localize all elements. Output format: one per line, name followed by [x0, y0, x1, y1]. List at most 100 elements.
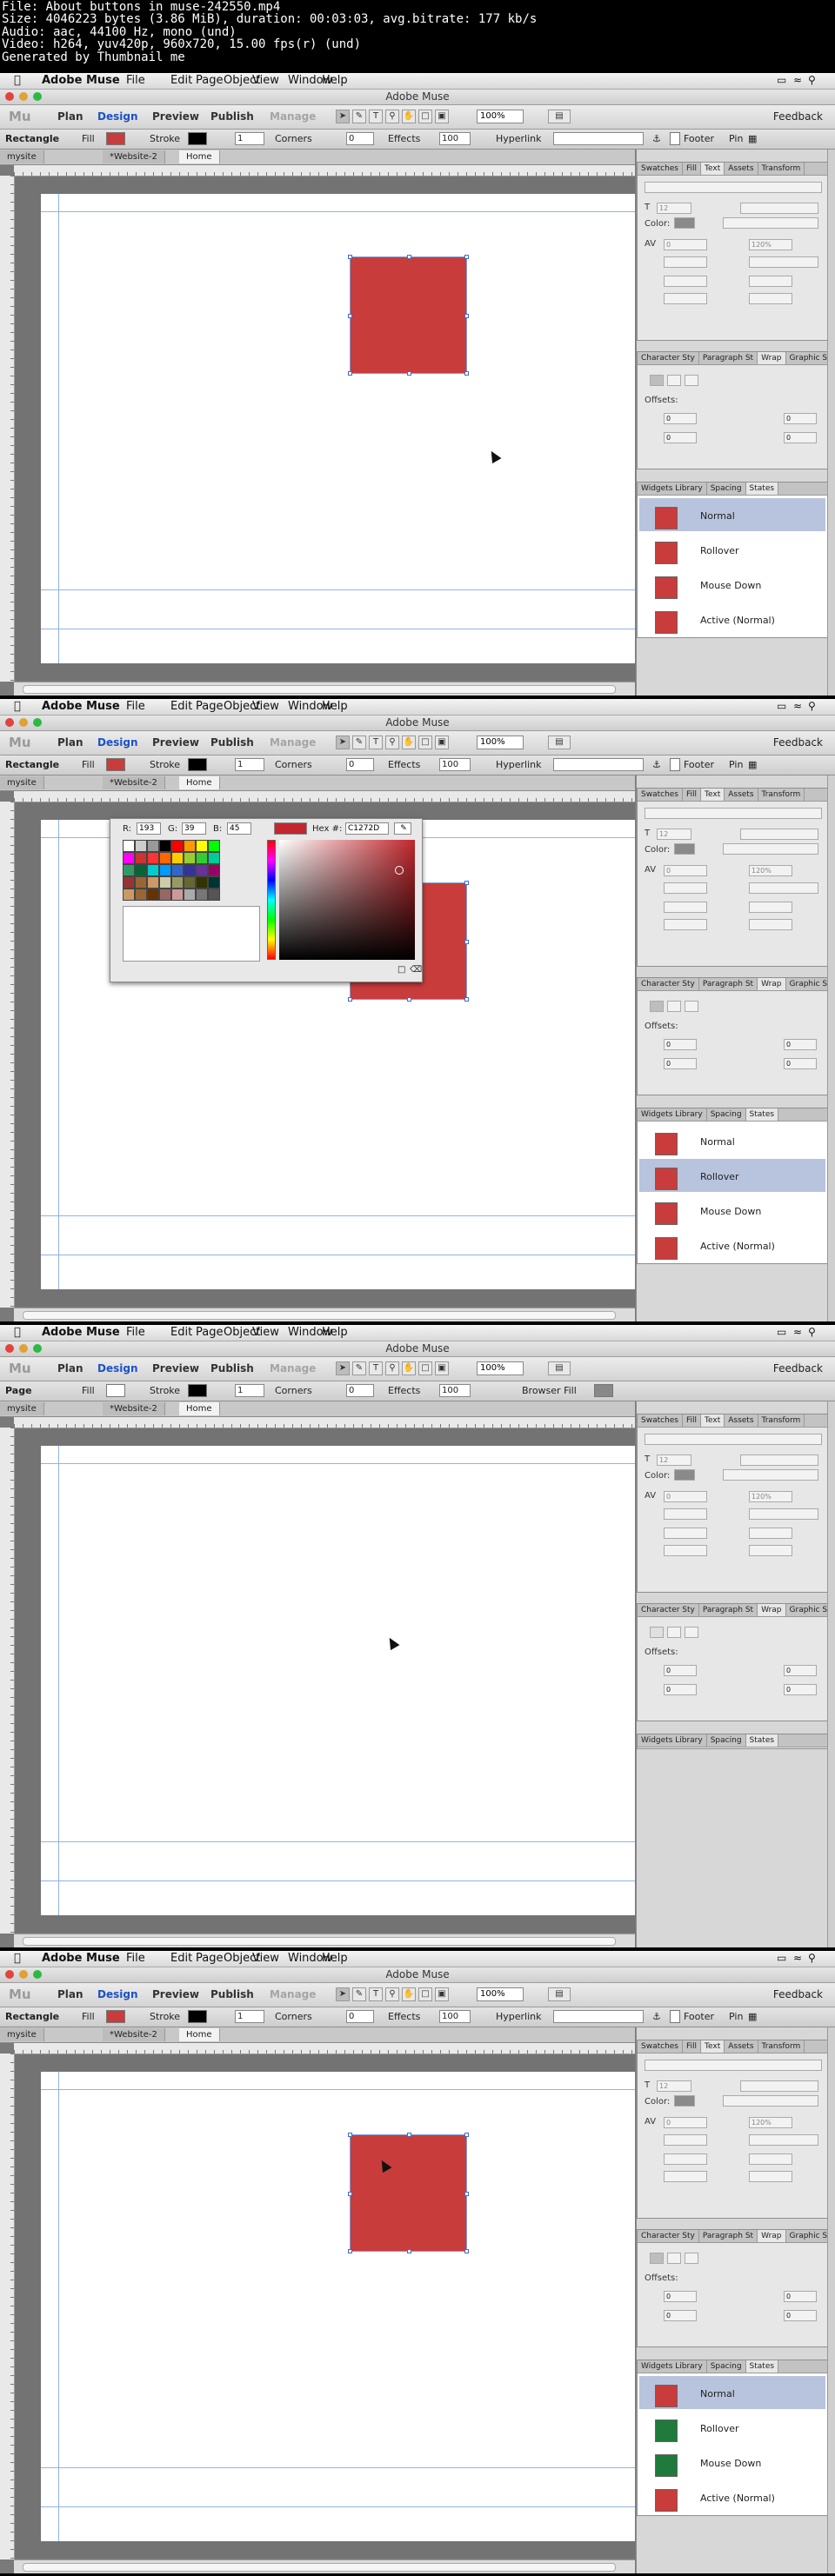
- corner-radius-field[interactable]: 0: [346, 1384, 374, 1397]
- panel-tab-paragraph-st[interactable]: Paragraph St: [699, 2230, 758, 2242]
- feedback-link[interactable]: Feedback: [773, 736, 823, 749]
- corner-radius-field[interactable]: 0: [346, 2010, 374, 2023]
- stroke-color-swatch[interactable]: [188, 1384, 207, 1397]
- new-swatch-icon[interactable]: □: [397, 965, 405, 975]
- wrap-none-button[interactable]: [650, 375, 664, 386]
- text-color-swatch[interactable]: [674, 1469, 695, 1481]
- swatch-cell[interactable]: [135, 864, 147, 876]
- wrap-none-button[interactable]: [650, 2253, 664, 2264]
- crop-tool-icon[interactable]: ✎: [352, 1361, 366, 1375]
- swatch-cell[interactable]: [123, 864, 135, 876]
- space-after-field[interactable]: [749, 2171, 792, 2182]
- swatch-cell[interactable]: [196, 840, 208, 852]
- indent-field[interactable]: [664, 2153, 707, 2165]
- indent-field[interactable]: [664, 1528, 707, 1539]
- panel-tab-transform[interactable]: Transform: [758, 163, 805, 175]
- menu-edit[interactable]: Edit: [170, 1952, 192, 1965]
- resize-handle[interactable]: [348, 255, 352, 259]
- swatch-cell[interactable]: [208, 876, 220, 889]
- wifi-icon[interactable]: ≈: [793, 74, 802, 86]
- margin-field[interactable]: [664, 2171, 707, 2182]
- resize-handle[interactable]: [464, 940, 469, 944]
- fill-color-swatch[interactable]: [106, 1384, 125, 1397]
- offset-bottom-field[interactable]: 0: [784, 2310, 817, 2321]
- font-dropdown[interactable]: [645, 182, 822, 193]
- rectangle-tool-icon[interactable]: □: [418, 1987, 432, 2001]
- select-arrow-icon[interactable]: ➤: [336, 1987, 350, 2001]
- swatch-cell[interactable]: [135, 876, 147, 889]
- state-mouse-down[interactable]: Mouse Down: [639, 568, 825, 601]
- trash-icon[interactable]: ⌫: [410, 965, 422, 975]
- panel-tab-character-sty[interactable]: Character Sty: [638, 1604, 699, 1616]
- offset-right-field[interactable]: 0: [664, 2310, 697, 2321]
- offset-left-field[interactable]: 0: [664, 1665, 697, 1676]
- offset-top-field[interactable]: 0: [784, 2291, 817, 2302]
- align-buttons[interactable]: [723, 843, 818, 855]
- space-after-field[interactable]: [749, 919, 792, 930]
- resize-handle[interactable]: [464, 255, 469, 259]
- view-options-icon[interactable]: ▤: [548, 1361, 571, 1375]
- anchor-icon[interactable]: ⚓: [652, 759, 661, 770]
- swatch-cell[interactable]: [196, 876, 208, 889]
- panel-tab-character-sty[interactable]: Character Sty: [638, 352, 699, 364]
- resize-handle[interactable]: [348, 2133, 352, 2137]
- panel-scrollbar[interactable]: [827, 150, 835, 696]
- view-options-icon[interactable]: ▤: [548, 1987, 571, 2001]
- text-style-buttons[interactable]: [740, 1454, 818, 1466]
- wrap-inline-button[interactable]: [685, 1627, 698, 1638]
- swatch-cell[interactable]: [196, 889, 208, 901]
- airplay-icon[interactable]: ▭: [777, 74, 786, 86]
- design-page[interactable]: [41, 194, 635, 663]
- panel-tab-swatches[interactable]: Swatches: [638, 163, 683, 175]
- crop-tool-icon[interactable]: ✎: [352, 1987, 366, 2001]
- panel-tab-assets[interactable]: Assets: [725, 1414, 758, 1427]
- plan-mode-button[interactable]: Plan: [57, 110, 84, 123]
- pin-grid-icon[interactable]: ▦: [748, 2011, 757, 2022]
- design-page[interactable]: [41, 2072, 635, 2541]
- apple-menu-icon[interactable]: : [14, 74, 21, 87]
- resize-handle[interactable]: [348, 314, 352, 318]
- spotlight-search-icon[interactable]: ⚲: [808, 700, 816, 712]
- manage-mode-button[interactable]: Manage: [270, 110, 316, 123]
- corner-radius-field[interactable]: 0: [346, 132, 374, 145]
- horizontal-scrollbar[interactable]: [14, 2559, 635, 2573]
- feedback-link[interactable]: Feedback: [773, 1988, 823, 2000]
- zoom-level-field[interactable]: 100%: [477, 1361, 524, 1375]
- panel-tab-swatches[interactable]: Swatches: [638, 789, 683, 801]
- panel-tab-wrap[interactable]: Wrap: [758, 978, 786, 990]
- panel-tab-widgets-library[interactable]: Widgets Library: [638, 1734, 707, 1747]
- offset-right-field[interactable]: 0: [664, 432, 697, 443]
- scrollbar-thumb[interactable]: [23, 685, 616, 694]
- state-mouse-down[interactable]: Mouse Down: [639, 1194, 825, 1227]
- plan-mode-button[interactable]: Plan: [57, 736, 84, 749]
- tab-website-2[interactable]: *Website-2: [103, 2028, 165, 2041]
- panel-tab-widgets-library[interactable]: Widgets Library: [638, 483, 707, 495]
- offset-top-field[interactable]: 0: [784, 413, 817, 424]
- leading-field[interactable]: 120%: [749, 865, 792, 876]
- panel-tab-swatches[interactable]: Swatches: [638, 1414, 683, 1427]
- fill-color-swatch[interactable]: [106, 2010, 125, 2023]
- hyperlink-field[interactable]: [553, 758, 644, 771]
- panel-tab-graphic-style[interactable]: Graphic Style: [786, 1604, 827, 1616]
- panel-tab-text[interactable]: Text: [701, 789, 725, 801]
- panel-tab-graphic-style[interactable]: Graphic Style: [786, 978, 827, 990]
- swatch-cell[interactable]: [159, 840, 171, 852]
- menu-file[interactable]: File: [126, 74, 145, 87]
- swatch-cell[interactable]: [184, 840, 196, 852]
- state-rollover[interactable]: Rollover: [639, 1159, 825, 1192]
- indent-field[interactable]: [664, 902, 707, 913]
- corner-radius-field[interactable]: 0: [346, 758, 374, 771]
- scrollbar-thumb[interactable]: [23, 2563, 616, 2572]
- fill-color-swatch[interactable]: [106, 132, 125, 145]
- panel-tab-graphic-style[interactable]: Graphic Style: [786, 352, 827, 364]
- panel-tab-text[interactable]: Text: [701, 2040, 725, 2053]
- text-size-field[interactable]: 12: [657, 2080, 691, 2092]
- panel-tab-transform[interactable]: Transform: [758, 789, 805, 801]
- opacity-field[interactable]: 100: [439, 1384, 471, 1397]
- panel-tab-paragraph-st[interactable]: Paragraph St: [699, 352, 758, 364]
- panel-tab-character-sty[interactable]: Character Sty: [638, 978, 699, 990]
- swatch-cell[interactable]: [147, 864, 159, 876]
- panel-tab-states[interactable]: States: [745, 483, 779, 495]
- rectangle-tool-icon[interactable]: □: [418, 1361, 432, 1375]
- menu-page[interactable]: Page: [196, 74, 223, 87]
